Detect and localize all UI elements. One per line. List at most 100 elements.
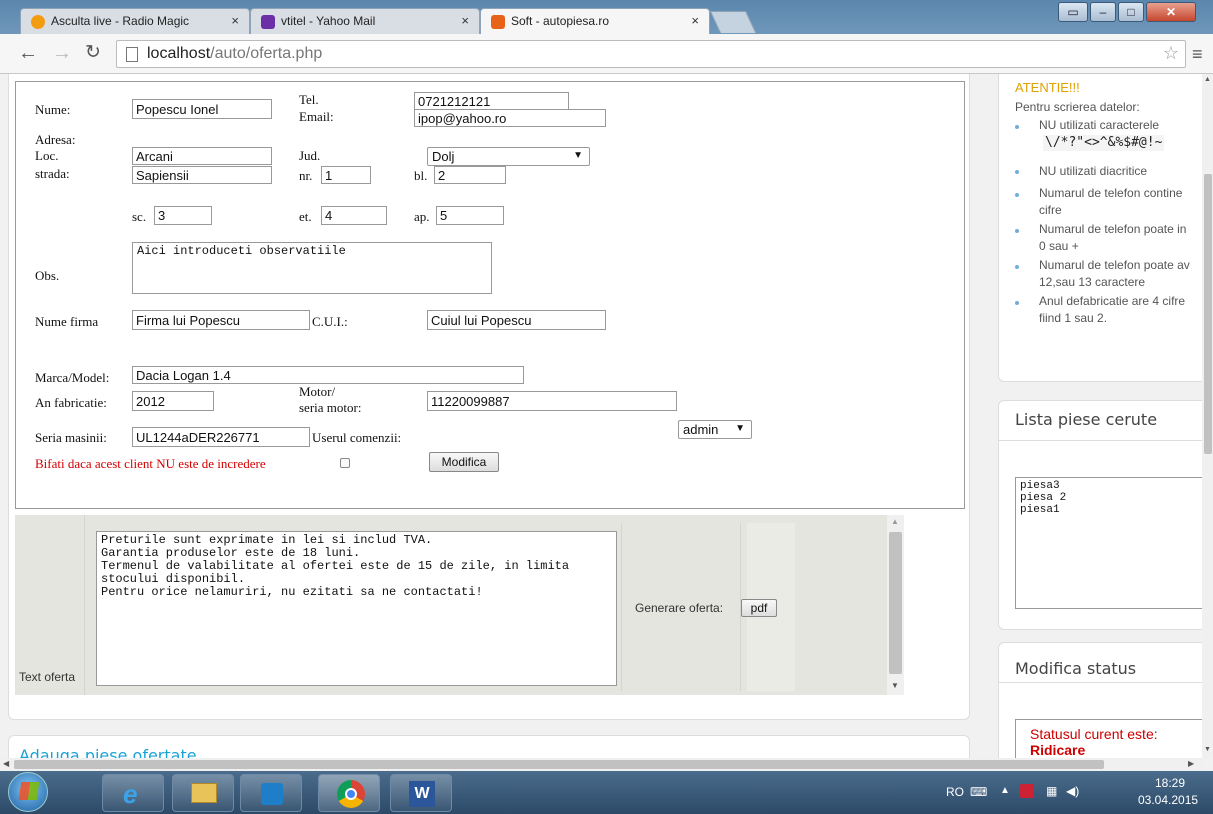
- url-host: localhost: [147, 45, 211, 62]
- scroll-thumb[interactable]: [889, 532, 902, 674]
- address-bar[interactable]: localhost/auto/oferta.php ☆: [116, 40, 1186, 68]
- media-taskbar-icon[interactable]: [240, 774, 302, 812]
- tab-radio-magic[interactable]: Asculta live - Radio Magic ×: [20, 8, 250, 34]
- chrome-center: [345, 788, 357, 800]
- minimize-window-icon[interactable]: –: [1090, 2, 1116, 22]
- sc-input[interactable]: 3: [154, 206, 212, 225]
- adauga-piese-title[interactable]: Adauga piese ofertate: [19, 746, 197, 758]
- scroll-up-icon[interactable]: ▲: [1204, 76, 1211, 83]
- scroll-down-icon[interactable]: ▼: [1204, 746, 1211, 753]
- language-indicator[interactable]: RO: [946, 785, 964, 799]
- url-path: /auto/oferta.php: [210, 45, 323, 62]
- scroll-left-icon[interactable]: ◀: [3, 759, 9, 768]
- motor-input[interactable]: 11220099887: [427, 391, 677, 411]
- forbidden-chars: \/*?"<>^&%$#@!~: [1043, 135, 1165, 151]
- internet-explorer-icon: e: [123, 779, 138, 809]
- nume-label: Nume:: [35, 102, 71, 117]
- scroll-thumb[interactable]: [1204, 174, 1212, 454]
- jud-label: Jud.: [299, 148, 321, 163]
- incredere-checkbox[interactable]: [340, 458, 350, 468]
- tel-input[interactable]: 0721212121: [414, 92, 569, 110]
- marca-label: Marca/Model:: [35, 370, 110, 385]
- browser-toolbar: ← → ↻ localhost/auto/oferta.php ☆ ≡: [0, 34, 1213, 74]
- close-icon[interactable]: ×: [461, 13, 469, 28]
- page-viewport: Nume: Popescu Ionel Tel. 0721212121 Emai…: [0, 74, 1202, 758]
- seria-masinii-input[interactable]: UL1244aDER226771: [132, 427, 310, 447]
- scroll-thumb[interactable]: [14, 760, 1104, 769]
- action-center-icon[interactable]: [1020, 784, 1034, 798]
- scroll-right-icon[interactable]: ▶: [1188, 759, 1194, 768]
- close-icon[interactable]: ×: [231, 13, 239, 28]
- loc-input[interactable]: Arcani: [132, 147, 272, 165]
- word-icon: W: [409, 781, 435, 807]
- menu-icon[interactable]: ≡: [1192, 43, 1203, 65]
- bl-label: bl.: [414, 168, 428, 183]
- word-taskbar-icon[interactable]: W: [390, 774, 452, 812]
- page-vertical-scrollbar[interactable]: ▲ ▼: [1202, 74, 1213, 758]
- status-value: Ridicare: [1030, 742, 1086, 758]
- an-input[interactable]: 2012: [132, 391, 214, 411]
- pdf-button[interactable]: pdf: [741, 599, 777, 617]
- tab-title: Soft - autopiesa.ro: [511, 14, 610, 28]
- rule-item: 0 sau +: [1039, 239, 1079, 253]
- adauga-piese-panel: Adauga piese ofertate: [8, 735, 970, 758]
- firma-input[interactable]: Firma lui Popescu: [132, 310, 310, 330]
- firma-label: Nume firma: [35, 314, 99, 329]
- nr-input[interactable]: 1: [321, 166, 371, 184]
- lista-piese-panel: Lista piese cerute piesa3 piesa 2 piesa1: [998, 400, 1202, 630]
- start-button[interactable]: [8, 772, 48, 812]
- explorer-taskbar-icon[interactable]: [172, 774, 234, 812]
- volume-icon[interactable]: ◀): [1066, 784, 1079, 798]
- back-arrow-icon[interactable]: ←: [18, 42, 38, 64]
- clock-time[interactable]: 18:29: [1155, 776, 1185, 790]
- oferta-scrollbar[interactable]: ▲ ▼: [887, 515, 904, 695]
- marca-input[interactable]: Dacia Logan 1.4: [132, 366, 524, 384]
- maximize-window-icon[interactable]: □: [1118, 2, 1144, 22]
- star-bookmark-icon[interactable]: ☆: [1163, 43, 1179, 64]
- windows-logo-icon: [18, 782, 40, 800]
- scroll-up-icon[interactable]: ▲: [891, 517, 899, 526]
- close-icon[interactable]: ×: [691, 13, 699, 28]
- network-icon[interactable]: ▦: [1046, 784, 1057, 798]
- ap-input[interactable]: 5: [436, 206, 504, 225]
- strada-input[interactable]: Sapiensii: [132, 166, 272, 184]
- clock-date[interactable]: 03.04.2015: [1138, 793, 1198, 807]
- forward-arrow-icon[interactable]: →: [52, 42, 72, 64]
- page-horizontal-scrollbar[interactable]: ◀ ▶: [0, 758, 1202, 771]
- nume-input[interactable]: Popescu Ionel: [132, 99, 272, 119]
- email-input[interactable]: ipop@yahoo.ro: [414, 109, 606, 127]
- modifica-button[interactable]: Modifica: [429, 452, 499, 472]
- user-selected: admin: [683, 422, 719, 437]
- reload-icon[interactable]: ↻: [85, 42, 101, 64]
- bullet-icon: [1015, 301, 1019, 305]
- ie-taskbar-icon[interactable]: e: [102, 774, 164, 812]
- oferta-textarea[interactable]: Preturile sunt exprimate in lei si inclu…: [96, 531, 617, 686]
- jud-select[interactable]: Dolj ▼: [427, 147, 590, 166]
- keyboard-icon[interactable]: ⌨: [970, 785, 987, 799]
- cui-input[interactable]: Cuiul lui Popescu: [427, 310, 606, 330]
- et-input[interactable]: 4: [321, 206, 387, 225]
- rule-item: Numarul de telefon poate av: [1039, 258, 1190, 272]
- autopiesa-favicon-icon: [491, 15, 505, 29]
- dropdown-arrow-icon: ▼: [573, 150, 583, 161]
- new-tab-button[interactable]: [709, 11, 757, 33]
- close-window-icon[interactable]: ✕: [1146, 2, 1196, 22]
- email-label: Email:: [299, 109, 334, 124]
- tab-autopiesa[interactable]: Soft - autopiesa.ro ×: [480, 8, 710, 34]
- tray-expand-icon[interactable]: ▲: [1000, 785, 1010, 796]
- tab-yahoo-mail[interactable]: vtitel - Yahoo Mail ×: [250, 8, 480, 34]
- obs-textarea[interactable]: Aici introduceti observatiile: [132, 242, 492, 294]
- bl-input[interactable]: 2: [434, 166, 506, 184]
- folder-icon: [191, 783, 217, 803]
- user-select[interactable]: admin ▼: [678, 420, 752, 439]
- lista-piese-textarea[interactable]: piesa3 piesa 2 piesa1: [1015, 477, 1202, 609]
- tab-title: Asculta live - Radio Magic: [51, 14, 190, 28]
- restore-window-icon[interactable]: ▭: [1058, 2, 1088, 22]
- scroll-down-icon[interactable]: ▼: [891, 681, 899, 690]
- chrome-taskbar-icon[interactable]: [318, 774, 380, 812]
- userul-comenzii-label: Userul comenzii:: [312, 430, 402, 445]
- rule-item: Numarul de telefon contine: [1039, 186, 1183, 200]
- jud-selected: Dolj: [432, 149, 455, 164]
- rule-item: NU utilizati caracterele: [1039, 118, 1160, 132]
- browser-titlebar: Asculta live - Radio Magic × vtitel - Ya…: [0, 0, 1213, 34]
